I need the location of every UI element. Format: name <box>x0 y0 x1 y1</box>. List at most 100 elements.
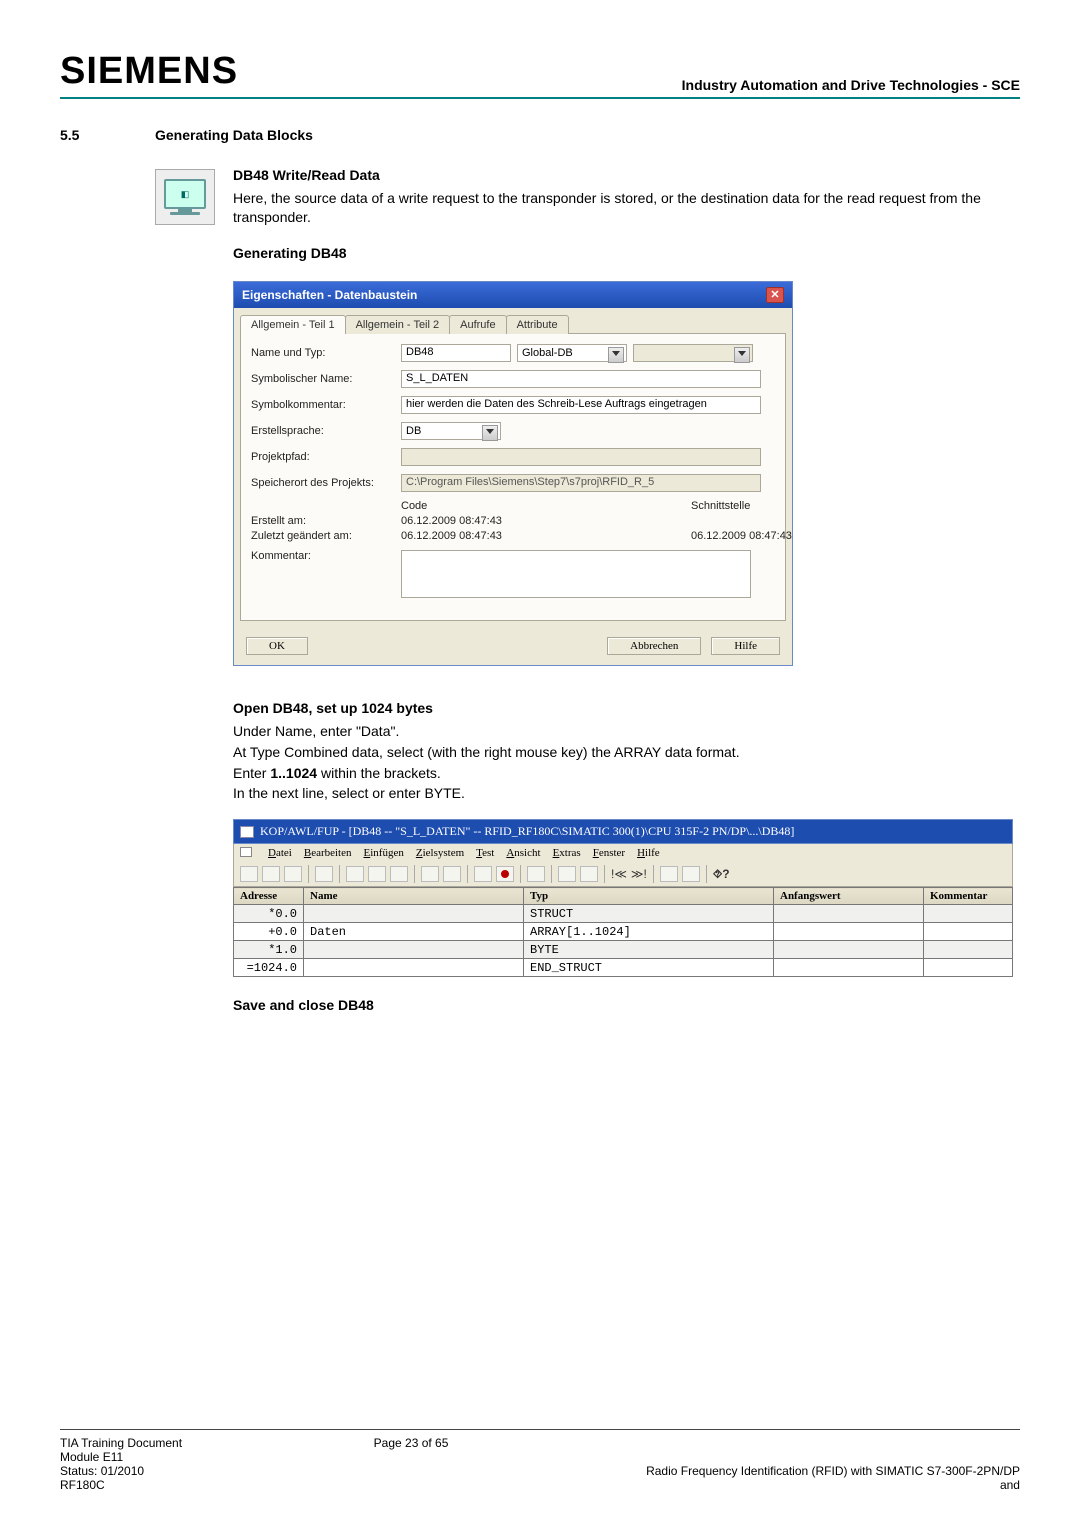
page-footer: TIA Training Document Module E11 Status:… <box>60 1429 1020 1492</box>
glasses-icon[interactable] <box>580 866 598 882</box>
db-editor: KOP/AWL/FUP - [DB48 -- "S_L_DATEN" -- RF… <box>233 819 1013 977</box>
input-sym-name[interactable]: S_L_DATEN <box>401 370 761 388</box>
save-close-heading: Save and close DB48 <box>233 997 1020 1013</box>
tab-allgemein-2[interactable]: Allgemein - Teil 2 <box>345 315 451 334</box>
col-name[interactable]: Name <box>304 888 524 905</box>
save-icon[interactable] <box>284 866 302 882</box>
help-cursor-icon[interactable]: ⯑? <box>713 867 730 882</box>
menu-einfuegen[interactable]: Einfügen <box>364 847 404 859</box>
menu-ansicht[interactable]: Ansicht <box>506 847 540 859</box>
app-icon <box>240 826 254 838</box>
cell-aw[interactable] <box>774 959 924 977</box>
col-typ[interactable]: Typ <box>524 888 774 905</box>
close-icon[interactable]: ✕ <box>766 287 784 303</box>
val-erstellt-code: 06.12.2009 08:47:43 <box>401 515 561 527</box>
block-icon[interactable] <box>527 866 545 882</box>
footer-doc: TIA Training Document <box>60 1436 182 1450</box>
menu-hilfe[interactable]: Hilfe <box>637 847 660 859</box>
combo-typ[interactable]: Global-DB <box>517 344 627 362</box>
cell-name[interactable] <box>304 941 524 959</box>
input-sym-komm[interactable]: hier werden die Daten des Schreib-Lese A… <box>401 396 761 414</box>
nav-prev-icon[interactable]: !≪ <box>611 867 627 881</box>
col-kommentar[interactable]: Kommentar <box>924 888 1013 905</box>
table-row[interactable]: *1.0 BYTE <box>234 941 1013 959</box>
nav-next-icon[interactable]: ≫! <box>631 867 647 881</box>
siemens-logo: SIEMENS <box>60 50 238 93</box>
tab-attribute[interactable]: Attribute <box>506 315 569 334</box>
download-icon[interactable] <box>474 866 492 882</box>
view-icon-1[interactable] <box>660 866 678 882</box>
monitor-icon[interactable] <box>496 866 514 882</box>
col-anfangswert[interactable]: Anfangswert <box>774 888 924 905</box>
section-heading: 5.5 Generating Data Blocks <box>60 127 1020 143</box>
cell-komm[interactable] <box>924 941 1013 959</box>
dialog-tabs: Allgemein - Teil 1 Allgemein - Teil 2 Au… <box>234 308 792 333</box>
input-speicher: C:\Program Files\Siemens\Step7\s7proj\RF… <box>401 474 761 492</box>
label-kommentar: Kommentar: <box>251 550 401 562</box>
cell-name[interactable] <box>304 905 524 923</box>
section-title: Generating Data Blocks <box>155 127 313 143</box>
setup-line-1: Under Name, enter "Data". <box>233 722 1020 741</box>
cell-komm[interactable] <box>924 959 1013 977</box>
dialog-title: Eigenschaften - Datenbaustein <box>242 288 417 302</box>
cell-addr[interactable]: =1024.0 <box>234 959 304 977</box>
cell-komm[interactable] <box>924 905 1013 923</box>
cell-aw[interactable] <box>774 905 924 923</box>
ok-button[interactable]: OK <box>246 637 308 655</box>
cell-aw[interactable] <box>774 923 924 941</box>
menu-bearbeiten[interactable]: Bearbeiten <box>304 847 352 859</box>
menu-fenster[interactable]: Fenster <box>593 847 625 859</box>
properties-dialog: Eigenschaften - Datenbaustein ✕ Allgemei… <box>233 281 793 666</box>
redo-icon[interactable] <box>443 866 461 882</box>
cell-typ[interactable]: BYTE <box>524 941 774 959</box>
cell-addr[interactable]: *0.0 <box>234 905 304 923</box>
help-button[interactable]: Hilfe <box>711 637 780 655</box>
menu-datei[interactable]: Datei <box>268 847 292 859</box>
cancel-button[interactable]: Abbrechen <box>607 637 701 655</box>
tab-allgemein-1[interactable]: Allgemein - Teil 1 <box>240 315 346 334</box>
label-erstellt: Erstellt am: <box>251 515 401 527</box>
cut-icon[interactable] <box>346 866 364 882</box>
input-name[interactable]: DB48 <box>401 344 511 362</box>
table-row[interactable]: +0.0 Daten ARRAY[1..1024] <box>234 923 1013 941</box>
cell-komm[interactable] <box>924 923 1013 941</box>
paste-icon[interactable] <box>390 866 408 882</box>
label-sym-name: Symbolischer Name: <box>251 373 401 385</box>
new-icon[interactable] <box>240 866 258 882</box>
db48-paragraph: Here, the source data of a write request… <box>233 189 1020 227</box>
col-code: Code <box>401 500 561 512</box>
table-row[interactable]: *0.0 STRUCT <box>234 905 1013 923</box>
print-icon[interactable] <box>315 866 333 882</box>
cell-typ[interactable]: END_STRUCT <box>524 959 774 977</box>
view-icon-2[interactable] <box>682 866 700 882</box>
label-geaendert: Zuletzt geändert am: <box>251 530 401 542</box>
menu-test[interactable]: Test <box>476 847 494 859</box>
menu-extras[interactable]: Extras <box>553 847 581 859</box>
section-number: 5.5 <box>60 127 155 143</box>
ref-icon[interactable] <box>558 866 576 882</box>
header-subtitle: Industry Automation and Drive Technologi… <box>682 77 1020 93</box>
cell-typ[interactable]: STRUCT <box>524 905 774 923</box>
footer-rf180c: RF180C <box>60 1478 182 1492</box>
cell-name[interactable] <box>304 959 524 977</box>
window-icon[interactable] <box>240 847 252 857</box>
cell-addr[interactable]: *1.0 <box>234 941 304 959</box>
db48-heading: DB48 Write/Read Data <box>233 167 1020 183</box>
cell-aw[interactable] <box>774 941 924 959</box>
textarea-kommentar[interactable] <box>401 550 751 598</box>
table-row[interactable]: =1024.0 END_STRUCT <box>234 959 1013 977</box>
open-icon[interactable] <box>262 866 280 882</box>
menubar: Datei Bearbeiten Einfügen Zielsystem Tes… <box>233 844 1013 862</box>
copy-icon[interactable] <box>368 866 386 882</box>
tab-aufrufe[interactable]: Aufrufe <box>449 315 506 334</box>
cell-addr[interactable]: +0.0 <box>234 923 304 941</box>
menu-zielsystem[interactable]: Zielsystem <box>416 847 464 859</box>
input-pfad <box>401 448 761 466</box>
cell-typ[interactable]: ARRAY[1..1024] <box>524 923 774 941</box>
undo-icon[interactable] <box>421 866 439 882</box>
footer-page: Page 23 of 65 <box>374 1436 449 1492</box>
val-geaendert-code: 06.12.2009 08:47:43 <box>401 530 561 542</box>
combo-sprache[interactable]: DB <box>401 422 501 440</box>
col-adresse[interactable]: Adresse <box>234 888 304 905</box>
cell-name[interactable]: Daten <box>304 923 524 941</box>
